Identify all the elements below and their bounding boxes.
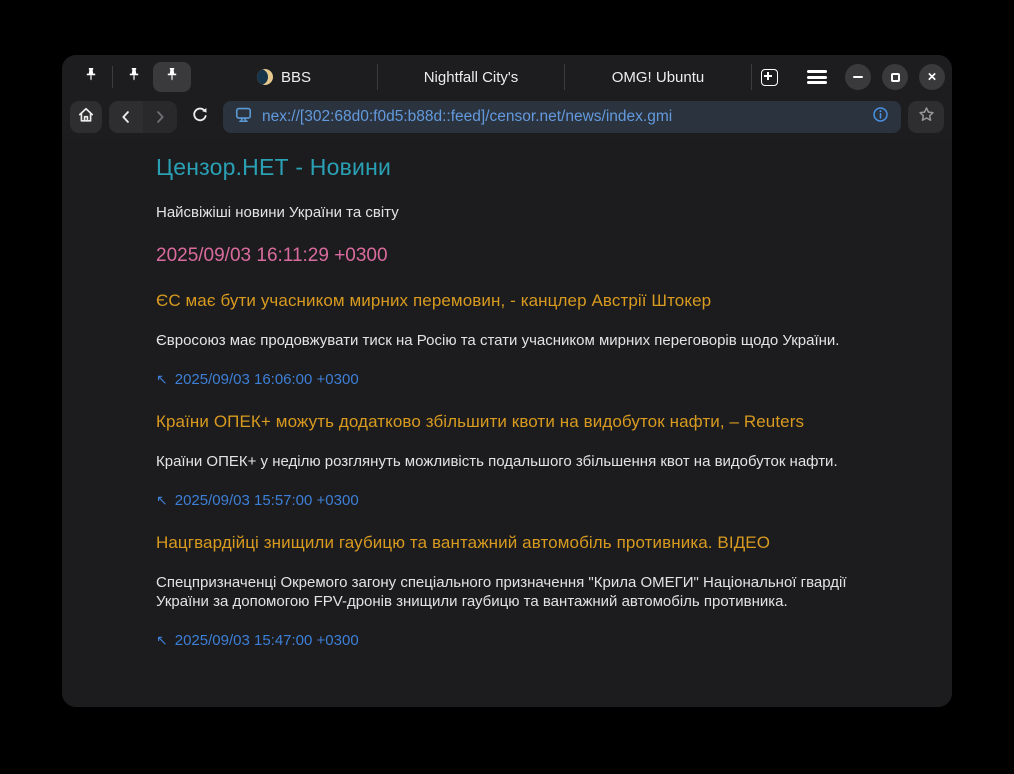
history-navigation (109, 101, 177, 133)
url-bar[interactable]: nex://[302:68d0:f0d5:b88d::feed]/censor.… (223, 101, 901, 133)
minimize-button[interactable] (845, 64, 871, 90)
page-content: Цензор.НЕТ - Новини Найсвіжіші новини Ук… (62, 139, 952, 707)
close-icon: × (928, 69, 937, 84)
news-article: ЄС має бути учасником мирних перемовин, … (156, 291, 862, 388)
bookmark-button[interactable] (908, 101, 944, 133)
pushpin-icon (125, 66, 143, 89)
pinned-tab-1[interactable] (72, 62, 110, 92)
hamburger-icon (807, 70, 827, 84)
article-summary: Країни ОПЕК+ у неділю розглянуть можливі… (156, 452, 862, 471)
page-info-icon[interactable] (871, 105, 890, 129)
menu-button[interactable] (800, 62, 834, 92)
link-arrow-icon: ↖ (156, 492, 168, 508)
pinned-tab-3-active[interactable] (153, 62, 191, 92)
tab-label: Nightfall City's (424, 69, 519, 86)
forward-button[interactable] (143, 101, 177, 133)
browser-window: BBS Nightfall City's OMG! Ubuntu × (62, 55, 952, 707)
desktop: BBS Nightfall City's OMG! Ubuntu × (0, 0, 1014, 774)
article-link-timestamp: 2025/09/03 15:47:00 +0300 (175, 632, 359, 649)
back-button[interactable] (109, 101, 143, 133)
server-monitor-icon (234, 105, 253, 129)
page-subtitle: Найсвіжіші новини України та світу (156, 204, 862, 221)
maximize-icon (891, 73, 900, 82)
pin-divider (112, 66, 113, 88)
close-button[interactable]: × (919, 64, 945, 90)
article-link[interactable]: ↖ 2025/09/03 15:57:00 +0300 (156, 492, 862, 509)
navigation-bar: nex://[302:68d0:f0d5:b88d::feed]/censor.… (62, 99, 952, 139)
news-article: Нацгвардійці знищили гаубицю та вантажни… (156, 533, 862, 649)
article-link-timestamp: 2025/09/03 16:06:00 +0300 (175, 371, 359, 388)
news-article: Країни ОПЕК+ можуть додатково збільшити … (156, 412, 862, 509)
crescent-moon-favicon (257, 69, 273, 85)
home-icon (76, 105, 96, 130)
tab-label: OMG! Ubuntu (612, 69, 705, 86)
tab-label: BBS (281, 69, 311, 86)
home-button[interactable] (70, 101, 102, 133)
tab-nightfall-citys[interactable]: Nightfall City's (378, 55, 564, 99)
tab-omg-ubuntu[interactable]: OMG! Ubuntu (565, 55, 751, 99)
reload-button[interactable] (184, 101, 216, 133)
tab-bar: BBS Nightfall City's OMG! Ubuntu × (62, 55, 952, 99)
article-heading: Країни ОПЕК+ можуть додатково збільшити … (156, 412, 862, 432)
chevron-right-icon (151, 108, 169, 126)
article-summary: Євросоюз має продовжувати тиск на Росію … (156, 331, 862, 350)
chevron-left-icon (117, 108, 135, 126)
article-link[interactable]: ↖ 2025/09/03 15:47:00 +0300 (156, 632, 862, 649)
link-arrow-icon: ↖ (156, 371, 168, 387)
maximize-button[interactable] (882, 64, 908, 90)
article-link[interactable]: ↖ 2025/09/03 16:06:00 +0300 (156, 371, 862, 388)
article-heading: ЄС має бути учасником мирних перемовин, … (156, 291, 862, 311)
article-heading: Нацгвардійці знищили гаубицю та вантажни… (156, 533, 862, 553)
star-icon (917, 105, 936, 129)
new-tab-button[interactable] (752, 62, 786, 92)
pinned-tab-2[interactable] (115, 62, 153, 92)
article-summary: Спецпризначенці Окремого загону спеціаль… (156, 573, 862, 611)
new-tab-icon (761, 69, 778, 86)
pushpin-icon (82, 66, 100, 89)
page-title: Цензор.НЕТ - Новини (156, 154, 862, 181)
url-text[interactable]: nex://[302:68d0:f0d5:b88d::feed]/censor.… (262, 108, 862, 126)
reload-icon (190, 105, 210, 130)
link-arrow-icon: ↖ (156, 632, 168, 648)
pushpin-icon (163, 66, 181, 89)
minimize-icon (853, 76, 863, 78)
tab-bbs[interactable]: BBS (191, 55, 377, 99)
feed-updated-timestamp: 2025/09/03 16:11:29 +0300 (156, 245, 862, 267)
article-link-timestamp: 2025/09/03 15:57:00 +0300 (175, 492, 359, 509)
